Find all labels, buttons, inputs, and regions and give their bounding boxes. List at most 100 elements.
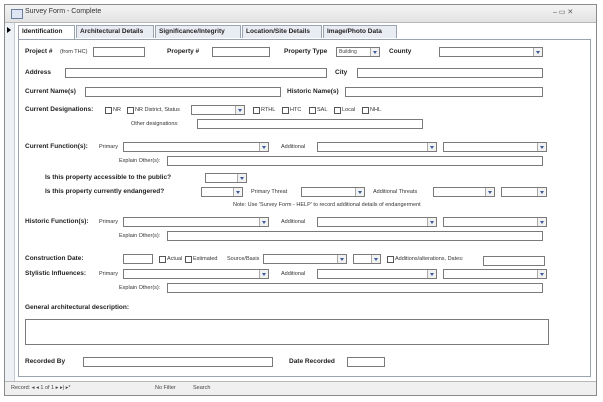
tab-identification[interactable]: Identification <box>18 25 75 39</box>
dropdown-arrow-icon[interactable] <box>537 143 546 151</box>
stylistic-primary-select[interactable] <box>123 269 269 279</box>
htc-checkbox[interactable] <box>282 107 289 114</box>
construction-date-field[interactable] <box>123 254 153 264</box>
additional-threats-select-2[interactable] <box>501 187 547 197</box>
additions-dates-field[interactable] <box>483 256 545 266</box>
address-field[interactable] <box>65 68 327 78</box>
dropdown-arrow-icon[interactable] <box>537 188 546 196</box>
historic-additional-function-select-2[interactable] <box>443 217 547 227</box>
project-number-field[interactable] <box>93 47 145 57</box>
current-additional-function-select-1[interactable] <box>317 142 437 152</box>
sal-label: SAL <box>317 107 328 113</box>
tab-image-photo-data[interactable]: Image/Photo Data <box>323 25 397 38</box>
rthl-label: RTHL <box>261 107 276 113</box>
tab-location-site-details[interactable]: Location/Site Details <box>242 25 322 38</box>
date-recorded-field[interactable] <box>347 357 385 367</box>
window-title: Survey Form - Complete <box>25 8 102 15</box>
additional-threats-select-1[interactable] <box>433 187 495 197</box>
dropdown-arrow-icon[interactable] <box>370 48 379 56</box>
current-names-field[interactable] <box>85 87 281 97</box>
search-box[interactable]: Search <box>193 385 210 391</box>
dropdown-arrow-icon[interactable] <box>259 143 268 151</box>
dropdown-arrow-icon[interactable] <box>485 188 494 196</box>
property-type-label: Property Type <box>284 48 328 55</box>
dropdown-arrow-icon[interactable] <box>337 255 346 263</box>
dropdown-arrow-icon[interactable] <box>259 270 268 278</box>
county-select[interactable] <box>439 47 543 57</box>
survey-form-window: Survey Form - Complete – ▭ ✕ Identificat… <box>4 4 597 396</box>
historic-functions-label: Historic Function(s): <box>25 218 89 225</box>
accessible-select[interactable] <box>205 173 247 183</box>
nr-district-status-select[interactable] <box>191 105 245 115</box>
stylistic-influences-label: Stylistic Influences: <box>25 270 87 277</box>
dropdown-arrow-icon[interactable] <box>427 270 436 278</box>
dropdown-arrow-icon[interactable] <box>427 218 436 226</box>
dropdown-arrow-icon[interactable] <box>259 218 268 226</box>
stylistic-additional-select-1[interactable] <box>317 269 437 279</box>
stylistic-explain-other-field[interactable] <box>167 283 543 293</box>
estimated-checkbox[interactable] <box>185 256 192 263</box>
current-names-label: Current Name(s) <box>25 88 76 95</box>
tab-architectural-details[interactable]: Architectural Details <box>76 25 154 38</box>
historic-additional-label: Additional <box>281 219 306 225</box>
property-type-select[interactable]: Building <box>336 47 380 57</box>
source-basis-select-2[interactable] <box>353 254 381 264</box>
dropdown-arrow-icon[interactable] <box>427 143 436 151</box>
primary-threat-select[interactable] <box>301 187 365 197</box>
dropdown-arrow-icon[interactable] <box>537 270 546 278</box>
stylistic-additional-select-2[interactable] <box>443 269 547 279</box>
dropdown-arrow-icon[interactable] <box>235 106 244 114</box>
identification-panel: Project # (from THC) Property # Property… <box>18 39 591 377</box>
source-basis-select[interactable] <box>263 254 347 264</box>
dropdown-arrow-icon[interactable] <box>533 48 542 56</box>
local-label: Local <box>342 107 356 113</box>
dropdown-arrow-icon[interactable] <box>371 255 380 263</box>
nr-district-label: NR District, Status <box>135 107 180 113</box>
historic-explain-other-field[interactable] <box>167 231 543 241</box>
primary-threat-label: Primary Threat <box>251 189 288 195</box>
nr-district-checkbox[interactable] <box>127 107 134 114</box>
recorded-by-label: Recorded By <box>25 358 66 365</box>
filter-indicator[interactable]: No Filter <box>155 385 176 391</box>
dropdown-arrow-icon[interactable] <box>355 188 364 196</box>
dropdown-arrow-icon[interactable] <box>237 174 246 182</box>
nr-label: NR <box>113 107 121 113</box>
accessible-label: Is this property accessible to the publi… <box>45 174 172 181</box>
recorded-by-field[interactable] <box>83 357 273 367</box>
project-number-sublabel: (from THC) <box>60 49 88 55</box>
endangered-note: Note: Use 'Survey Form - HELP' to record… <box>233 202 421 208</box>
property-number-label: Property # <box>167 48 200 55</box>
general-description-label: General architectural description: <box>25 304 130 311</box>
sal-checkbox[interactable] <box>309 107 316 114</box>
window-controls[interactable]: – ▭ ✕ <box>553 8 573 16</box>
record-selector[interactable] <box>5 23 15 381</box>
additions-checkbox[interactable] <box>387 256 394 263</box>
current-primary-function-select[interactable] <box>123 142 269 152</box>
other-designations-field[interactable] <box>197 119 423 129</box>
historic-additional-function-select-1[interactable] <box>317 217 437 227</box>
record-navigator[interactable]: Record: ◂ ◂ 1 of 1 ▸ ▸| ▸* <box>11 385 71 391</box>
actual-label: Actual <box>167 256 183 262</box>
general-description-field[interactable] <box>25 319 549 345</box>
endangered-label: Is this property currently endangered? <box>45 188 165 195</box>
dropdown-arrow-icon[interactable] <box>537 218 546 226</box>
local-checkbox[interactable] <box>334 107 341 114</box>
rthl-checkbox[interactable] <box>253 107 260 114</box>
historic-names-field[interactable] <box>345 87 543 97</box>
nr-checkbox[interactable] <box>105 107 112 114</box>
dropdown-arrow-icon[interactable] <box>233 188 242 196</box>
tab-significance-integrity[interactable]: Significance/Integrity <box>155 25 241 38</box>
nhl-label: NHL <box>370 107 382 113</box>
stylistic-additional-label: Additional <box>281 271 306 277</box>
historic-explain-other-label: Explain Other(s): <box>119 233 161 239</box>
endangered-select[interactable] <box>201 187 243 197</box>
actual-checkbox[interactable] <box>159 256 166 263</box>
city-field[interactable] <box>357 68 543 78</box>
current-designations-label: Current Designations: <box>25 106 94 113</box>
current-additional-function-select-2[interactable] <box>443 142 547 152</box>
property-number-field[interactable] <box>212 47 270 57</box>
historic-primary-function-select[interactable] <box>123 217 269 227</box>
nhl-checkbox[interactable] <box>362 107 369 114</box>
current-explain-other-field[interactable] <box>167 156 543 166</box>
stylistic-explain-other-label: Explain Other(s): <box>119 285 161 291</box>
